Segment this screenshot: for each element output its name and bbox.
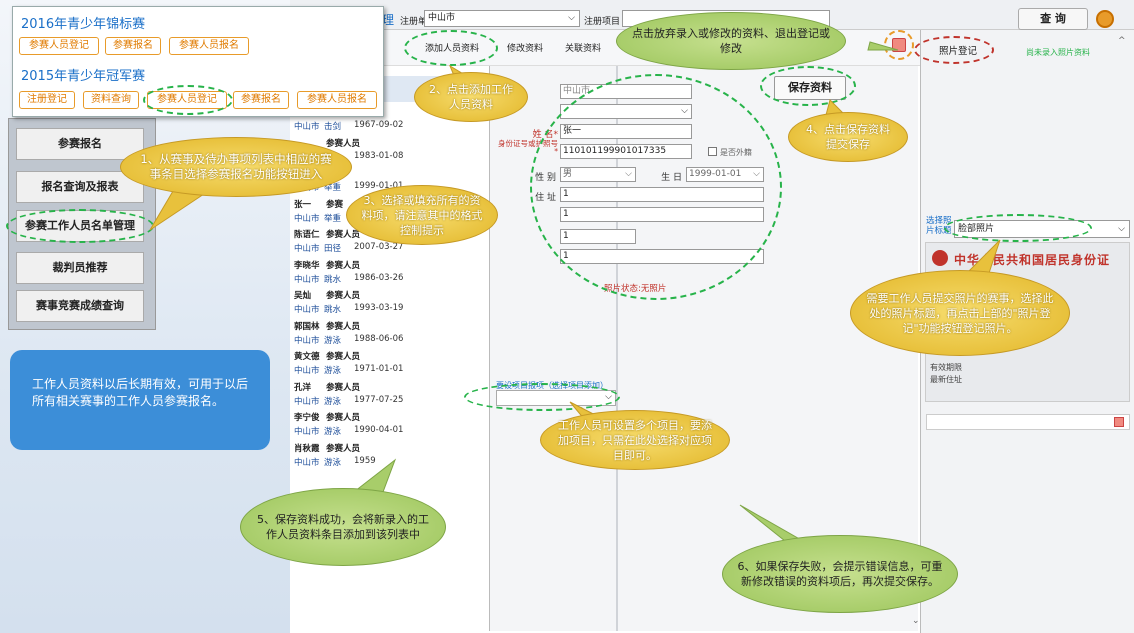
callout-step5: 5、保存资料成功，会将新录入的工作人员资料条目添加到该列表中 [240, 488, 446, 566]
pointer-cancel [867, 41, 899, 51]
callout-step1: 1、从赛事及待办事项列表中相应的赛事条目选择参赛报名功能按钮进入 [120, 137, 352, 197]
callout-step2: 2、点击添加工作人员资料 [414, 72, 528, 122]
callout-project: 工作人员可设置多个项目，要添加项目，只需在此处选择对应项目即可。 [540, 410, 730, 470]
callout-cancel: 点击放弃录入或修改的资料、退出登记或修改 [616, 12, 846, 70]
callout-step4: 4、点击保存资料提交保存 [788, 112, 908, 162]
callout-step6: 6、如果保存失败，会提示错误信息，可重新修改错误的资料项后，再次提交保存。 [722, 535, 958, 613]
callout-step3: 3、选择或填充所有的资料项，请注意其中的格式控制提示 [346, 185, 498, 245]
callout-photo: 需要工作人员提交照片的赛事，选择此处的照片标题，再点击上部的"照片登记"功能按钮… [850, 270, 1070, 356]
